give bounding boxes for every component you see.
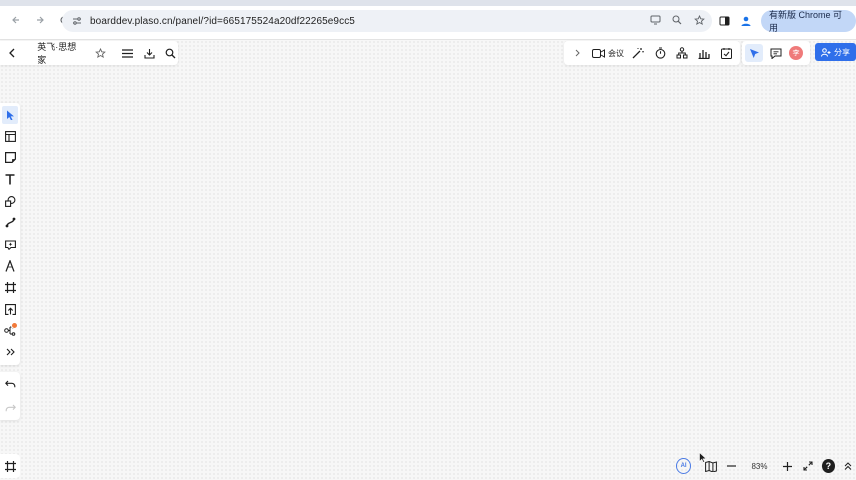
history-panel	[0, 372, 20, 420]
timer-icon[interactable]	[652, 45, 668, 61]
download-icon[interactable]	[142, 45, 157, 61]
search-icon[interactable]	[163, 45, 178, 61]
url-text[interactable]: boarddev.plaso.cn/panel/?id=665175524a20…	[90, 16, 355, 27]
zoom-level[interactable]: 83%	[745, 462, 773, 471]
meeting-button[interactable]: 会议	[592, 48, 624, 59]
install-app-icon[interactable]	[648, 13, 662, 27]
favorite-star-icon[interactable]	[93, 45, 108, 61]
frame-icon	[4, 282, 16, 294]
add-user-icon	[821, 47, 831, 57]
share-label: 分享	[834, 47, 850, 57]
ai-assistant-button[interactable]: AI	[676, 458, 692, 474]
forward-icon[interactable]	[30, 10, 50, 30]
shape-icon	[4, 195, 16, 207]
video-camera-icon	[592, 48, 605, 58]
sticky-note-tool[interactable]	[2, 149, 18, 167]
whiteboard-canvas[interactable]	[0, 40, 856, 480]
pen-icon	[5, 259, 15, 272]
chrome-update-button[interactable]: 有新版 Chrome 可用	[760, 10, 856, 33]
upload-tool[interactable]	[2, 300, 18, 318]
template-tool[interactable]	[2, 128, 18, 146]
collaboration-toolbar: 会议	[564, 41, 740, 65]
bar-chart-icon[interactable]	[696, 45, 712, 61]
text-tool[interactable]	[2, 171, 18, 189]
document-header: 英飞·思想家	[0, 41, 178, 65]
upload-icon	[4, 303, 16, 315]
ai-card-icon	[4, 239, 16, 250]
mindmap-tool[interactable]	[2, 321, 18, 340]
share-button[interactable]: 分享	[815, 43, 856, 61]
presence-panel: 李	[742, 41, 810, 65]
select-tool[interactable]	[2, 106, 18, 124]
expand-chevron-icon[interactable]	[570, 45, 586, 61]
menu-icon[interactable]	[120, 45, 135, 61]
address-bar[interactable]: boarddev.plaso.cn/panel/?id=665175524a20…	[62, 10, 712, 32]
org-tree-icon[interactable]	[674, 45, 690, 61]
browser-toolbar: boarddev.plaso.cn/panel/?id=665175524a20…	[0, 0, 856, 40]
mouse-pointer-icon	[699, 452, 707, 463]
shape-tool[interactable]	[2, 192, 18, 210]
profile-icon[interactable]	[739, 14, 752, 28]
double-chevron-right-icon	[6, 348, 15, 356]
bookmark-star-icon[interactable]	[692, 13, 706, 27]
frame-tool[interactable]	[2, 279, 18, 297]
zoom-out-icon[interactable]	[724, 458, 739, 474]
redo-button[interactable]	[2, 399, 18, 417]
pen-tool[interactable]	[2, 257, 18, 275]
back-chevron-icon[interactable]	[4, 45, 19, 61]
collapse-up-icon[interactable]	[841, 458, 856, 474]
frame-list-icon	[4, 460, 16, 472]
template-icon	[4, 130, 16, 142]
magic-wand-icon[interactable]	[630, 45, 646, 61]
left-toolbar	[0, 103, 20, 365]
more-tools[interactable]	[2, 344, 18, 362]
help-button[interactable]: ?	[821, 459, 835, 473]
checklist-icon[interactable]	[718, 45, 734, 61]
zoom-icon[interactable]	[670, 13, 684, 27]
connector-tool[interactable]	[2, 214, 18, 232]
document-title[interactable]: 英飞·思想家	[37, 40, 83, 66]
undo-button[interactable]	[2, 375, 18, 393]
undo-icon	[4, 380, 16, 388]
text-icon	[5, 174, 15, 185]
sticky-note-icon	[4, 152, 16, 164]
follow-cursor-icon[interactable]	[745, 44, 763, 62]
zoom-in-icon[interactable]	[780, 458, 795, 474]
user-avatar[interactable]: 李	[789, 46, 803, 60]
new-badge	[11, 321, 18, 329]
select-icon	[6, 110, 15, 120]
side-panel-icon[interactable]	[718, 14, 731, 28]
ai-card-tool[interactable]	[2, 236, 18, 254]
connector-icon	[5, 217, 16, 228]
frames-panel-button[interactable]	[0, 454, 20, 478]
fit-screen-icon[interactable]	[801, 458, 816, 474]
site-settings-icon[interactable]	[70, 14, 84, 28]
comment-icon[interactable]	[768, 45, 784, 61]
meeting-label: 会议	[608, 48, 624, 58]
back-icon[interactable]	[6, 10, 26, 30]
redo-icon	[5, 404, 16, 412]
